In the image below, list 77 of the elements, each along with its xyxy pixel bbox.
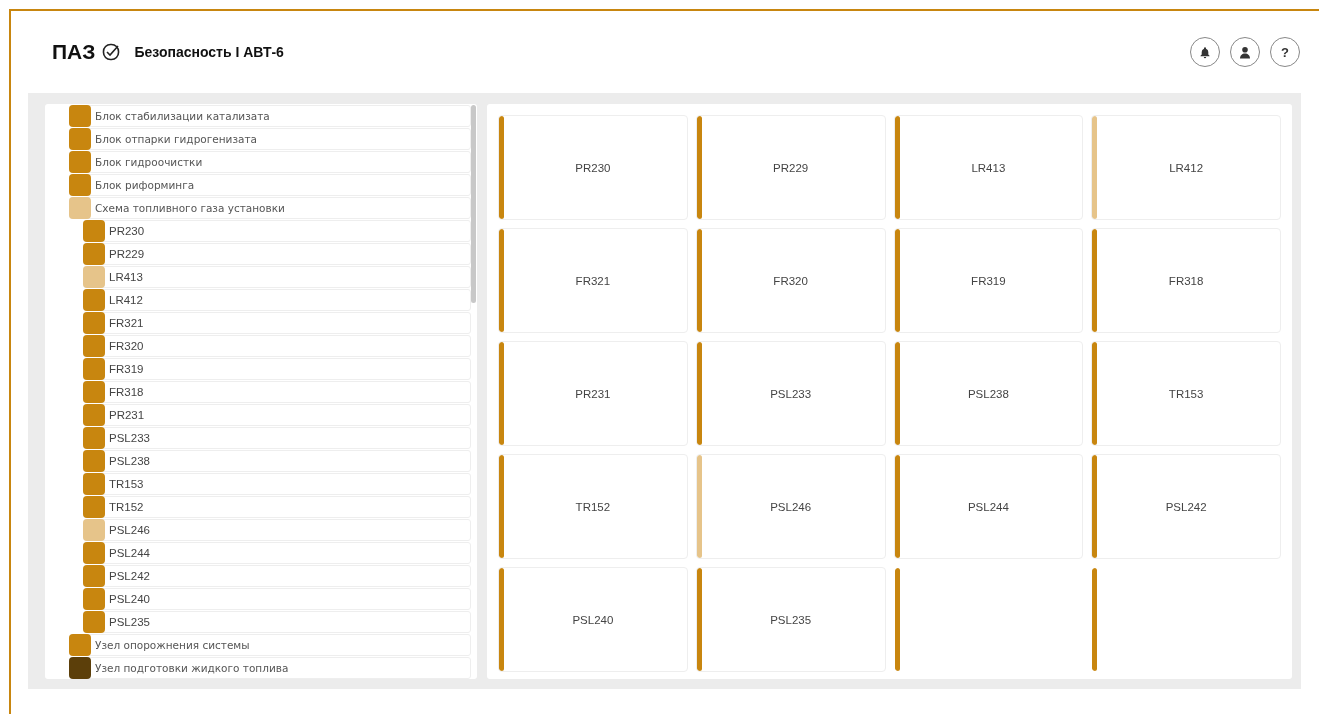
help-button[interactable]: ?: [1270, 37, 1300, 67]
tree-item-label: Блок стабилизации катализата: [95, 110, 270, 122]
tree-item-label: PSL244: [109, 547, 150, 559]
page-title: Безопасность I АВТ-6: [134, 44, 284, 60]
tree-item-label: Блок гидроочистки: [95, 156, 203, 168]
tree-item[interactable]: Блок стабилизации катализата: [69, 105, 471, 127]
sensor-card[interactable]: FR320: [695, 228, 886, 333]
tree-item-label: PSL242: [109, 570, 150, 582]
tree-item[interactable]: FR319: [83, 358, 471, 380]
tree-item-label: LR413: [109, 271, 143, 283]
tree-item[interactable]: LR412: [83, 289, 471, 311]
sensor-card[interactable]: TR153: [1091, 341, 1281, 446]
tree-item[interactable]: PSL246: [83, 519, 471, 541]
tree-item[interactable]: PR231: [83, 404, 471, 426]
tree-item-label: Узел подготовки жидкого топлива: [95, 662, 289, 674]
sensor-card[interactable]: PSL242: [1091, 454, 1281, 559]
sensor-card[interactable]: PSL233: [695, 341, 886, 446]
app-logo: ПАЗ: [52, 40, 96, 64]
tree-item[interactable]: Блок отпарки гидрогенизата: [69, 128, 471, 150]
sensor-card[interactable]: LR412: [1091, 115, 1281, 220]
tree-item-label: Блок отпарки гидрогенизата: [95, 133, 257, 145]
sensor-card[interactable]: PR231: [498, 341, 688, 446]
scrollbar-thumb[interactable]: [471, 105, 476, 303]
tree-item-label: PSL235: [109, 616, 150, 628]
sensor-card[interactable]: PSL238: [893, 341, 1084, 446]
tree-item[interactable]: Блок гидроочистки: [69, 151, 471, 173]
sensor-card[interactable]: FR321: [498, 228, 688, 333]
tree-item[interactable]: PR229: [83, 243, 471, 265]
tree-item-label: PSL233: [109, 432, 150, 444]
sensor-card[interactable]: FR318: [1091, 228, 1281, 333]
tree-item[interactable]: Блок риформинга: [69, 174, 471, 196]
tree-item[interactable]: PSL240: [83, 588, 471, 610]
tree-item-label: Блок риформинга: [95, 179, 195, 191]
checkmark-icon: [102, 43, 121, 61]
tree-item-label: FR321: [109, 317, 144, 329]
sensor-card[interactable]: PSL235: [695, 567, 886, 672]
tree-item[interactable]: PSL233: [83, 427, 471, 449]
tree-item[interactable]: FR318: [83, 381, 471, 403]
sensor-card[interactable]: PSL240: [498, 567, 688, 672]
tree-item-label: Схема топливного газа установки: [95, 202, 285, 214]
sensor-card[interactable]: FR319: [893, 228, 1084, 333]
tree-item[interactable]: Узел опорожнения системы: [69, 634, 471, 656]
tree-item[interactable]: PR230: [83, 220, 471, 242]
tree-item[interactable]: Схема топливного газа установки: [69, 197, 471, 219]
profile-button[interactable]: [1230, 37, 1260, 67]
user-icon: [1239, 45, 1251, 59]
tree-item-label: FR318: [109, 386, 144, 398]
tree-item-label: PR230: [109, 225, 145, 237]
tree-item-label: LR412: [109, 294, 143, 306]
bell-icon: [1199, 45, 1211, 59]
tree-item-label: PSL246: [109, 524, 150, 536]
tree-item-label: PR231: [109, 409, 145, 421]
tree-item-label: PSL238: [109, 455, 150, 467]
tree-item[interactable]: PSL235: [83, 611, 471, 633]
sensor-card[interactable]: PR229: [695, 115, 886, 220]
sensor-card[interactable]: TR152: [498, 454, 688, 559]
sensor-card[interactable]: LR413: [893, 115, 1084, 220]
tree-item-label: PSL240: [109, 593, 150, 605]
tree-item[interactable]: TR153: [83, 473, 471, 495]
sensor-card[interactable]: PR230: [498, 115, 688, 220]
tree-item[interactable]: FR320: [83, 335, 471, 357]
tree-item[interactable]: TR152: [83, 496, 471, 518]
tree-item-label: TR152: [109, 501, 144, 513]
tree-item[interactable]: Узел подготовки жидкого топлива: [69, 657, 471, 679]
tree-item-label: Узел опорожнения системы: [95, 639, 250, 651]
sensor-card[interactable]: PSL244: [893, 454, 1084, 559]
tree-item[interactable]: PSL238: [83, 450, 471, 472]
tree-item-label: TR153: [109, 478, 144, 490]
tree-item-label: FR319: [109, 363, 144, 375]
tree-item[interactable]: LR413: [83, 266, 471, 288]
tree-item[interactable]: FR321: [83, 312, 471, 334]
notifications-button[interactable]: [1190, 37, 1220, 67]
tree-item-label: FR320: [109, 340, 144, 352]
sensor-card[interactable]: PSL246: [695, 454, 886, 559]
tree-item[interactable]: PSL244: [83, 542, 471, 564]
tree-item-label: PR229: [109, 248, 145, 260]
tree-item[interactable]: PSL242: [83, 565, 471, 587]
